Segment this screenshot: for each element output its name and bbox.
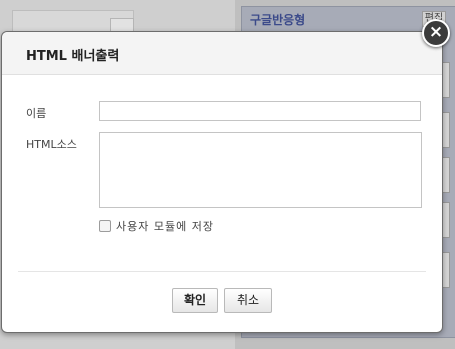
html-source-textarea[interactable]: [99, 132, 422, 208]
html-source-label: HTML소스: [26, 138, 77, 151]
confirm-button[interactable]: 확인: [172, 288, 218, 313]
html-banner-dialog: HTML 배너출력 × 이름 HTML소스 사용자 모듈에 저장 확인 취소: [1, 19, 450, 333]
name-input[interactable]: [99, 101, 421, 121]
dialog-title: HTML 배너출력: [26, 49, 120, 64]
name-label: 이름: [26, 107, 47, 120]
close-icon[interactable]: ×: [422, 19, 450, 47]
dialog-divider: [18, 271, 426, 272]
cancel-button[interactable]: 취소: [224, 288, 272, 313]
dialog-header: HTML 배너출력: [2, 32, 442, 75]
save-module-label[interactable]: 사용자 모듈에 저장: [116, 218, 214, 234]
save-module-checkbox[interactable]: [99, 220, 111, 232]
background-panel-title: 구글반응형: [250, 13, 306, 27]
